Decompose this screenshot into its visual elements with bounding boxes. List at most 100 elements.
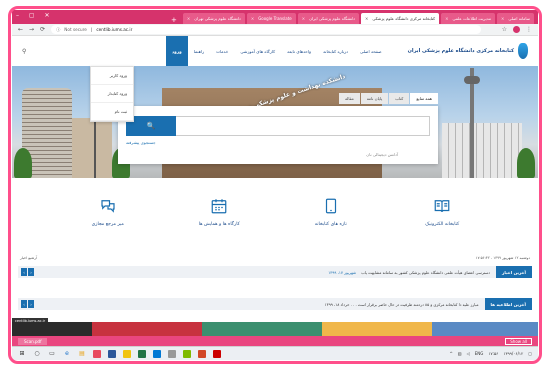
search-icon: 🔍 (146, 122, 156, 130)
tab-label: مدیریت اطلاعات علمی (452, 16, 491, 21)
folder-icon[interactable]: ▤ (78, 350, 86, 358)
download-file[interactable]: Scan.pdf (18, 337, 48, 345)
menu-item-login[interactable]: ورود (165, 36, 188, 66)
calendar-icon (209, 196, 229, 216)
window-controls[interactable]: – ▢ ✕ (16, 12, 54, 19)
star-icon[interactable]: ☆ (502, 26, 507, 33)
outlook-icon[interactable] (153, 349, 161, 358)
profile-avatar[interactable] (513, 26, 520, 33)
browser-tab-bar: سامانه اصلی × مدیریت اطلاعات علمی × کتابخا… (12, 10, 538, 24)
calculator-icon[interactable] (168, 349, 176, 358)
logo-icon (518, 43, 528, 59)
news-archive-link[interactable]: آرشیو اخبار (20, 256, 37, 260)
clock[interactable]: ۱۷:۵۶ (488, 351, 498, 356)
powerpoint-icon[interactable] (198, 349, 206, 358)
news-date: شهریور ۱۷، ۱۳۹۹ (328, 269, 357, 275)
search-tab-all[interactable]: همه منابع (410, 93, 438, 104)
prev-icon[interactable]: ‹ (21, 300, 27, 308)
menu-item-help[interactable]: راهنما (188, 36, 210, 66)
reload-icon[interactable]: ⟳ (40, 26, 45, 33)
hero-building (72, 118, 112, 178)
back-icon[interactable]: ← (18, 26, 23, 33)
feature-virtual-reference[interactable]: میز مرجع مجازی (68, 196, 148, 227)
strip-image[interactable] (432, 322, 538, 336)
browser-tab-active[interactable]: کتابخانه مرکزی دانشگاه علوم پزشکی × (360, 13, 440, 24)
download-bar: Scan.pdf Show all (12, 336, 538, 346)
search-tab-books[interactable]: کتاب (389, 93, 410, 104)
close-icon[interactable]: × (365, 16, 368, 21)
windows-start-icon[interactable]: ⊞ (18, 350, 26, 358)
advanced-search-link[interactable]: جستجوی پیشرفته (126, 140, 156, 145)
search-icon[interactable]: ○ (33, 350, 41, 358)
next-icon[interactable]: › (28, 268, 34, 276)
news-label: آخرین اخبار (495, 266, 532, 278)
dropdown-item-librarian-login[interactable]: ورود کتابدار (91, 85, 133, 103)
dropdown-item-register[interactable]: ثبت نام (91, 103, 133, 121)
next-icon[interactable]: › (28, 300, 34, 308)
current-date: دوشنبه ۱۲ شهریور ۱۳۹۹ - ۱۷:۵۶:۳۲ (475, 256, 530, 260)
site-logo[interactable]: کتابخانه مرکزی دانشگاه علوم پزشکی ایران (408, 43, 528, 59)
chrome-icon[interactable] (123, 349, 131, 358)
feature-workshops[interactable]: کارگاه ها و همایش ها (179, 196, 259, 227)
tablet-icon (321, 196, 341, 216)
network-icon[interactable]: ▥ (458, 351, 462, 356)
strip-image[interactable] (322, 322, 432, 336)
search-tabs: همه منابع کتاب پایان نامه مقاله (338, 93, 438, 104)
menu-item-home[interactable]: صفحه اصلی (354, 36, 388, 66)
news-text: دسترسی اعضای هیأت علمی دانشگاه علوم پزشک… (361, 269, 490, 275)
dropdown-item-user-login[interactable]: ورود کاربر (91, 67, 133, 85)
app-icon[interactable] (183, 349, 191, 358)
site-title: کتابخانه مرکزی دانشگاه علوم پزشکی ایران (407, 48, 514, 54)
close-icon[interactable]: × (187, 16, 190, 21)
excel-icon[interactable] (138, 349, 146, 358)
store-icon[interactable] (93, 349, 101, 358)
pdf-icon[interactable] (213, 349, 221, 358)
search-row: 🔍 (126, 116, 430, 136)
new-tab-button[interactable]: + (167, 16, 181, 24)
show-all-button[interactable]: Show all (505, 337, 532, 345)
search-tab-articles[interactable]: مقاله (338, 93, 360, 104)
url-host: centlib.iums.ac.ir (96, 27, 133, 32)
strip-image[interactable] (92, 322, 202, 336)
news-item[interactable]: دسترسی اعضای هیأت علمی دانشگاه علوم پزشک… (37, 270, 496, 275)
menu-icon[interactable]: ⋮ (526, 26, 532, 33)
close-icon[interactable]: × (302, 16, 305, 21)
search-input[interactable] (176, 116, 430, 136)
browser-tab[interactable]: دانشگاه علوم پزشکی ایران × (297, 13, 359, 24)
forward-icon[interactable]: → (29, 26, 34, 33)
menu-item-services[interactable]: خدمات (210, 36, 234, 66)
url-field[interactable]: ⓘ Not secure | centlib.iums.ac.ir (51, 25, 482, 34)
word-icon[interactable] (108, 349, 116, 358)
chat-icon (98, 196, 118, 216)
chevron-up-icon[interactable]: ^ (450, 351, 453, 356)
close-icon[interactable]: × (501, 16, 504, 21)
strip-image[interactable] (12, 322, 92, 336)
browser-tab[interactable]: مدیریت اطلاعات علمی × (441, 13, 495, 24)
strip-image[interactable] (202, 322, 322, 336)
browser-tab[interactable]: Google Translate × (246, 13, 296, 24)
announcement-item[interactable]: مبارز علیه دا کتابخانه مرکزی و ۸۵ دردمند… (37, 302, 485, 307)
book-icon (432, 196, 452, 216)
news-controls: ‹ › (18, 268, 37, 276)
menu-item-workshops[interactable]: کارگاه های آموزشی (234, 36, 281, 66)
browser-tab[interactable]: سامانه اصلی × (497, 13, 534, 24)
close-icon[interactable]: × (445, 16, 448, 21)
info-icon[interactable]: ⓘ (56, 27, 60, 33)
volume-icon[interactable]: ◁ (467, 351, 470, 356)
feature-label: کتابخانه الکترونیک (425, 222, 460, 227)
edge-icon[interactable]: e (63, 350, 71, 358)
feature-new-arrivals[interactable]: تازه های کتابخانه (291, 196, 371, 227)
browser-tab[interactable]: دانشگاه علوم پزشکی تهران × (182, 13, 245, 24)
language-indicator[interactable]: ENG (475, 351, 484, 356)
prev-icon[interactable]: ‹ (21, 268, 27, 276)
search-tab-theses[interactable]: پایان نامه (360, 93, 389, 104)
notification-icon[interactable]: ▢ (528, 351, 532, 356)
search-icon[interactable]: ⚲ (22, 48, 26, 55)
feature-e-library[interactable]: کتابخانه الکترونیک (402, 196, 482, 227)
task-view-icon[interactable]: ▭ (48, 350, 56, 358)
menu-item-about[interactable]: درباره کتابخانه (317, 36, 354, 66)
tab-label: دانشگاه علوم پزشکی تهران (194, 16, 241, 21)
menu-item-units[interactable]: واحدهای تابعه (281, 36, 317, 66)
url-separator: | (90, 27, 93, 32)
close-icon[interactable]: × (251, 16, 254, 21)
